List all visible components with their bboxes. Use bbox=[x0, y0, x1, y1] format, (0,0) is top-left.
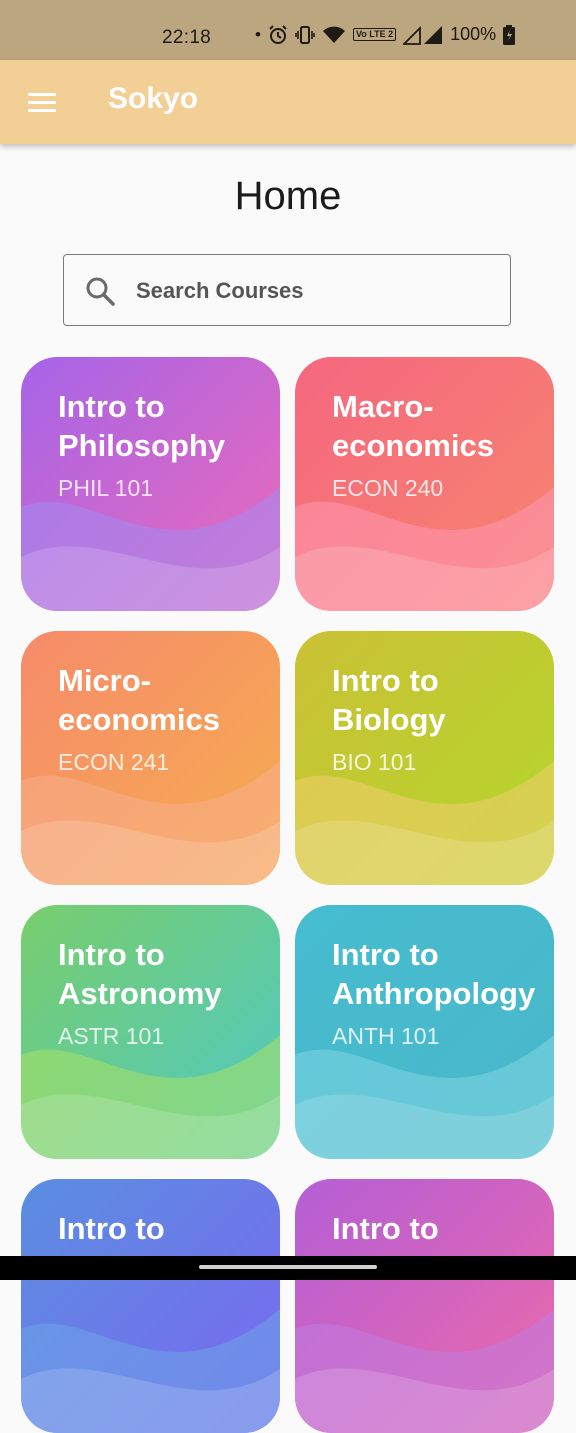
course-title: Intro to Anthropology bbox=[332, 937, 536, 1011]
status-icons: • Vo LTE 2 100% bbox=[255, 24, 516, 45]
course-title: Intro to bbox=[332, 1211, 439, 1246]
course-code: ANTH 101 bbox=[332, 1023, 440, 1049]
course-card[interactable]: Macro-economics ECON 240 bbox=[295, 357, 554, 611]
course-card[interactable]: Intro to bbox=[21, 1179, 280, 1433]
menu-icon-line bbox=[28, 101, 56, 104]
menu-button[interactable] bbox=[22, 84, 62, 120]
home-indicator[interactable] bbox=[199, 1265, 377, 1269]
course-card[interactable]: Micro-economics ECON 241 bbox=[21, 631, 280, 885]
course-card[interactable]: Intro to Philosophy PHIL 101 bbox=[21, 357, 280, 611]
status-bar: 22:18 • Vo LTE 2 100% bbox=[0, 0, 576, 60]
course-card[interactable]: Intro to Anthropology ANTH 101 bbox=[295, 905, 554, 1159]
battery-percent: 100% bbox=[450, 24, 497, 44]
vibrate-icon bbox=[295, 25, 315, 44]
search-input[interactable] bbox=[134, 263, 498, 319]
search-icon bbox=[86, 277, 115, 306]
course-title: Macro-economics bbox=[332, 389, 494, 463]
course-card[interactable]: Intro to Astronomy ASTR 101 bbox=[21, 905, 280, 1159]
notification-dot: • bbox=[255, 24, 261, 44]
course-code: BIO 101 bbox=[332, 749, 417, 775]
course-title: Intro to Philosophy bbox=[58, 389, 226, 463]
app-bar: Sokyo bbox=[0, 60, 576, 144]
course-card[interactable]: Intro to bbox=[295, 1179, 554, 1433]
search-box[interactable] bbox=[63, 254, 511, 326]
page-title: Home bbox=[234, 174, 342, 218]
wifi-icon bbox=[322, 26, 345, 43]
course-code: ASTR 101 bbox=[58, 1023, 165, 1049]
course-code: ECON 241 bbox=[58, 749, 170, 775]
app-title: Sokyo bbox=[108, 82, 199, 115]
course-title: Intro to Astronomy bbox=[58, 937, 222, 1011]
course-title: Intro to Biology bbox=[332, 663, 446, 737]
signal-icon bbox=[403, 25, 443, 45]
course-code: ECON 240 bbox=[332, 475, 444, 501]
course-title: Micro-economics bbox=[58, 663, 220, 737]
menu-icon bbox=[28, 93, 56, 96]
menu-icon-line bbox=[28, 109, 56, 112]
alarm-icon bbox=[269, 24, 287, 44]
course-code: PHIL 101 bbox=[58, 475, 154, 501]
volte-icon: Vo LTE 2 bbox=[352, 28, 397, 41]
course-card[interactable]: Intro to Biology BIO 101 bbox=[295, 631, 554, 885]
battery-icon bbox=[503, 24, 516, 45]
navigation-bar bbox=[0, 1256, 576, 1280]
status-time: 22:18 bbox=[162, 27, 212, 48]
course-title: Intro to bbox=[58, 1211, 165, 1246]
